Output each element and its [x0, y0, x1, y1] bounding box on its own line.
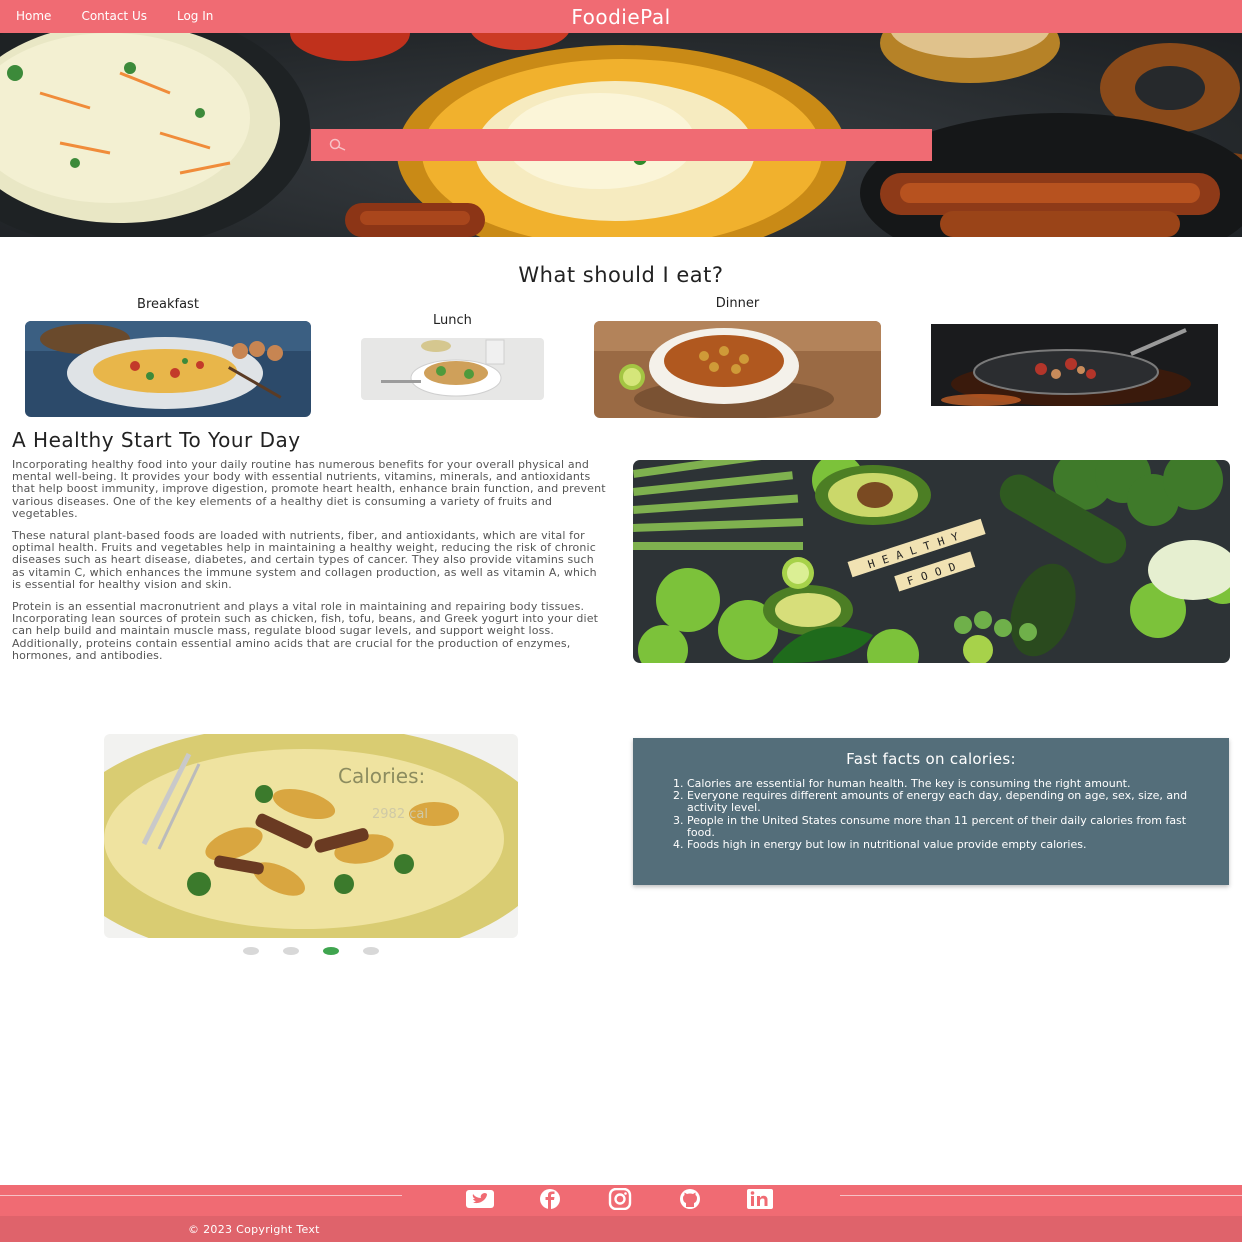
carousel-dot[interactable]	[283, 947, 299, 955]
carousel-calorie-value: 2982 cal	[372, 807, 428, 822]
carousel-title: Calories:	[338, 764, 426, 788]
copyright-bar: © 2023 Copyright Text	[0, 1216, 1242, 1242]
carousel-dot[interactable]	[243, 947, 259, 955]
instagram-icon[interactable]	[606, 1187, 634, 1211]
footer-divider	[0, 1195, 402, 1196]
nav-links: Home Contact Us Log In	[16, 9, 213, 23]
meal-label-dinner: Dinner	[715, 296, 760, 311]
search-icon	[329, 137, 347, 156]
nav-login-link[interactable]: Log In	[177, 9, 213, 23]
footer-divider	[840, 1195, 1242, 1196]
article-paragraph: Protein is an essential macronutrient an…	[12, 600, 599, 662]
twitter-icon[interactable]	[466, 1188, 494, 1210]
healthy-article: Incorporating healthy food into your dai…	[12, 458, 608, 672]
github-icon[interactable]	[676, 1188, 704, 1210]
fact-item: Foods high in energy but low in nutritio…	[687, 838, 1207, 851]
facebook-icon[interactable]	[536, 1188, 564, 1210]
fact-item: People in the United States consume more…	[687, 814, 1207, 839]
fact-item: Everyone requires different amounts of e…	[687, 789, 1207, 814]
meals-section-title: What should I eat?	[518, 263, 724, 287]
article-paragraph: Incorporating healthy food into your dai…	[12, 458, 606, 520]
nav-contact-link[interactable]: Contact Us	[81, 9, 147, 23]
search-input[interactable]	[357, 129, 917, 161]
carousel-dots	[243, 947, 379, 955]
social-links	[466, 1187, 774, 1211]
dinner-image[interactable]	[594, 321, 881, 418]
calorie-facts-card: Fast facts on calories: Calories are ess…	[633, 738, 1229, 885]
extra-meal-image[interactable]	[931, 324, 1218, 406]
calorie-carousel[interactable]	[104, 734, 518, 938]
facts-list: Calories are essential for human health.…	[687, 777, 1207, 851]
article-paragraph: These natural plant-based foods are load…	[12, 529, 597, 591]
footer-social-bar	[0, 1185, 1242, 1216]
top-navbar: FoodiePal Home Contact Us Log In	[0, 0, 1242, 33]
carousel-dot-active[interactable]	[323, 947, 339, 955]
healthy-section-title: A Healthy Start To Your Day	[12, 428, 301, 452]
healthy-food-image: HEALTHY FOOD	[633, 460, 1230, 663]
copyright-text: © 2023 Copyright Text	[188, 1223, 320, 1236]
carousel-dot[interactable]	[363, 947, 379, 955]
search-bar[interactable]	[311, 129, 932, 161]
meal-label-breakfast: Breakfast	[137, 297, 199, 312]
lunch-image[interactable]	[361, 338, 544, 400]
hero-banner	[0, 33, 1242, 237]
facts-title: Fast facts on calories:	[846, 750, 1016, 768]
breakfast-image[interactable]	[25, 321, 311, 417]
linkedin-icon[interactable]	[746, 1188, 774, 1210]
nav-home-link[interactable]: Home	[16, 9, 51, 23]
meal-label-lunch: Lunch	[433, 313, 472, 328]
